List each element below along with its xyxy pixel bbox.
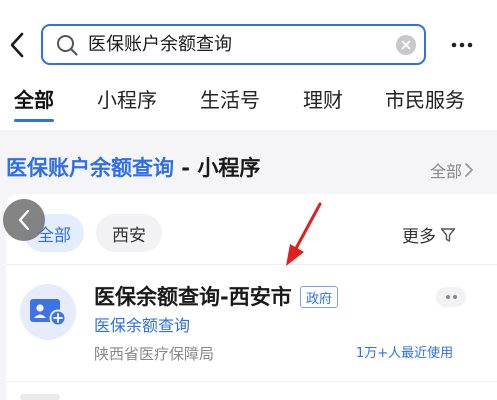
result-more-button[interactable]: [436, 287, 466, 307]
section-title-highlight: 医保账户余额查询: [6, 156, 174, 180]
filter-icon: [440, 227, 456, 242]
more-filters-button[interactable]: 更多: [402, 222, 456, 247]
id-card-add-icon: [30, 299, 67, 327]
search-query-text: 医保账户余额查询: [88, 34, 232, 55]
back-button[interactable]: [2, 27, 32, 63]
section-title-suffix: - 小程序: [174, 156, 261, 180]
filter-divider: [6, 264, 497, 265]
filter-chip-xian[interactable]: 西安: [96, 214, 162, 252]
chevron-right-icon: [465, 163, 473, 177]
chevron-left-icon: [10, 32, 24, 58]
tab-mini-programs[interactable]: 小程序: [97, 86, 157, 114]
more-dots-icon: [451, 42, 473, 48]
search-icon: [57, 35, 78, 56]
dot: [445, 295, 450, 299]
result-service-link[interactable]: 医保余额查询: [94, 315, 190, 337]
result-app-name[interactable]: 医保余额查询-西安市: [94, 283, 292, 311]
tab-all[interactable]: 全部: [14, 86, 54, 114]
tab-finance[interactable]: 理财: [303, 86, 343, 114]
next-result-placeholder: [20, 394, 60, 400]
clear-icon: [401, 40, 411, 50]
chevron-left-icon: [18, 209, 30, 231]
result-divider: [6, 381, 497, 382]
section-title: 医保账户余额查询 - 小程序: [6, 154, 260, 182]
result-organization: 陕西省医疗保障局: [94, 345, 215, 363]
tab-citizen-services[interactable]: 市民服务: [385, 86, 465, 114]
active-tab-indicator: [14, 119, 54, 122]
top-bar: 医保账户余额查询: [0, 0, 497, 76]
section-header: 医保账户余额查询 - 小程序 全部: [0, 130, 497, 194]
annotation-arrow-icon: [286, 202, 322, 266]
section-view-all-label: 全部: [430, 162, 463, 181]
more-options-button[interactable]: [447, 30, 477, 60]
dot: [452, 295, 457, 299]
app-icon[interactable]: [20, 284, 76, 340]
search-input[interactable]: 医保账户余额查询: [41, 24, 426, 65]
floating-back-button[interactable]: [3, 199, 45, 241]
section-view-all-link[interactable]: 全部: [430, 158, 474, 182]
tab-life-accounts[interactable]: 生活号: [200, 86, 260, 114]
more-filters-label: 更多: [402, 227, 436, 247]
result-usage-count: 1万+人最近使用: [356, 346, 454, 361]
category-tabs: 全部 小程序 生活号 理财 市民服务: [0, 76, 497, 130]
government-badge: 政府: [300, 286, 339, 308]
clear-search-button[interactable]: [396, 35, 416, 55]
